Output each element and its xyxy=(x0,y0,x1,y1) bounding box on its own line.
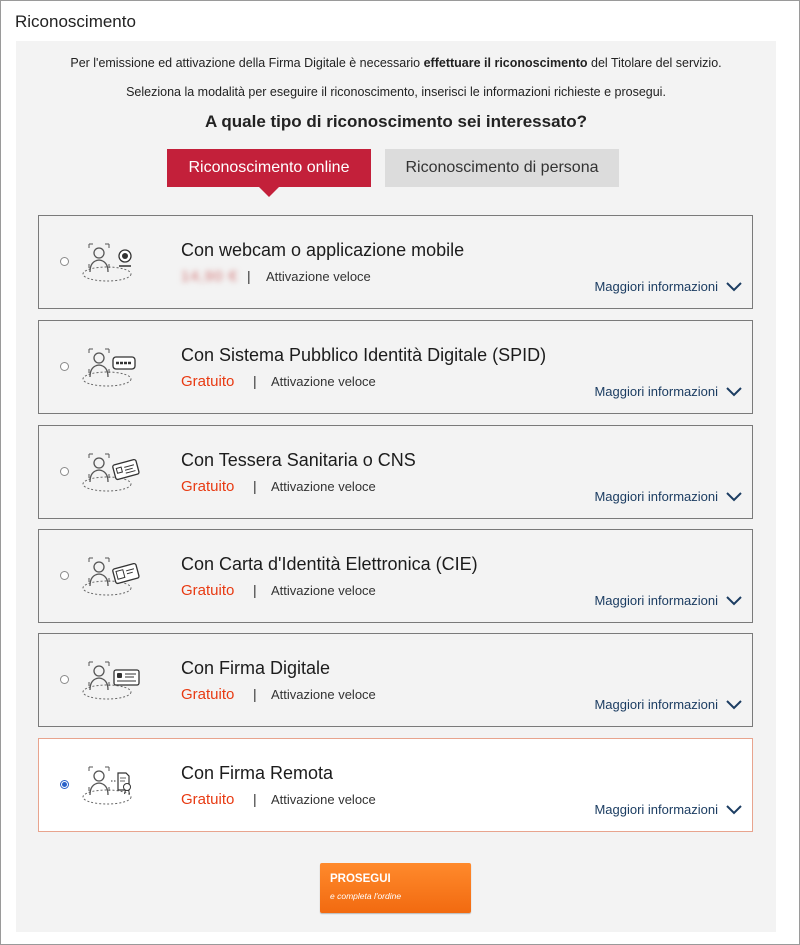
option-remote-signature[interactable]: Con Firma Remota Gratuito | Attivazione … xyxy=(38,738,753,832)
more-info-label: Maggiori informazioni xyxy=(594,593,718,608)
recognition-panel: Per l'emissione ed attivazione della Fir… xyxy=(16,41,776,932)
smart-card-icon xyxy=(82,661,140,700)
chevron-down-icon xyxy=(726,804,742,814)
page-title: Riconoscimento xyxy=(15,12,136,31)
option-separator: | xyxy=(253,791,257,807)
option-title: Con webcam o applicazione mobile xyxy=(181,240,465,260)
option-activation: Attivazione veloce xyxy=(271,374,376,389)
option-webcam[interactable]: Con webcam o applicazione mobile 14,90 €… xyxy=(38,215,753,309)
question-heading: A quale tipo di riconoscimento sei inter… xyxy=(205,112,587,131)
intro-instructions: Seleziona la modalità per eseguire il ri… xyxy=(126,85,666,99)
chevron-down-icon xyxy=(726,699,742,709)
option-separator: | xyxy=(253,478,257,494)
option-cie[interactable]: Con Carta d'Identità Elettronica (CIE) G… xyxy=(38,529,753,623)
prosegui-button-sublabel: e completa l'ordine xyxy=(330,891,402,901)
more-info-label: Maggiori informazioni xyxy=(594,384,718,399)
option-title: Con Firma Digitale xyxy=(181,658,331,678)
radio-cie[interactable] xyxy=(60,571,69,580)
intro-text: Per l'emissione ed attivazione della Fir… xyxy=(70,56,722,70)
spid-icon xyxy=(82,348,136,387)
option-health-card[interactable]: Con Tessera Sanitaria o CNS Gratuito | A… xyxy=(38,425,753,519)
chevron-down-icon xyxy=(726,491,742,501)
option-price: Gratuito xyxy=(181,791,235,808)
radio-spid[interactable] xyxy=(60,362,69,371)
chevron-down-icon xyxy=(726,386,742,396)
option-activation: Attivazione veloce xyxy=(271,479,376,494)
radio-remote-signature[interactable] xyxy=(60,780,69,789)
option-title: Con Sistema Pubblico Identità Digitale (… xyxy=(181,345,547,365)
tab-online-recognition[interactable]: Riconoscimento online xyxy=(167,149,371,197)
more-info-link[interactable]: Maggiori informazioni xyxy=(594,593,742,608)
option-title: Con Tessera Sanitaria o CNS xyxy=(181,450,416,470)
more-info-link[interactable]: Maggiori informazioni xyxy=(594,384,742,399)
more-info-label: Maggiori informazioni xyxy=(594,279,718,294)
option-separator: | xyxy=(253,582,257,598)
chevron-down-icon xyxy=(726,595,742,605)
option-activation: Attivazione veloce xyxy=(271,687,376,702)
radio-digital-signature[interactable] xyxy=(60,675,69,684)
more-info-link[interactable]: Maggiori informazioni xyxy=(594,279,742,294)
option-price: Gratuito xyxy=(181,686,235,703)
prosegui-button-label: PROSEGUI xyxy=(330,873,391,885)
option-price: Gratuito xyxy=(181,373,235,390)
option-price: 14,90 € xyxy=(181,268,239,285)
option-spid[interactable]: Con Sistema Pubblico Identità Digitale (… xyxy=(38,320,753,414)
prosegui-button[interactable]: PROSEGUI e completa l'ordine xyxy=(320,863,471,913)
more-info-label: Maggiori informazioni xyxy=(594,697,718,712)
more-info-link[interactable]: Maggiori informazioni xyxy=(594,697,742,712)
more-info-link[interactable]: Maggiori informazioni xyxy=(594,489,742,504)
option-separator: | xyxy=(253,686,257,702)
option-digital-signature[interactable]: Con Firma Digitale Gratuito | Attivazion… xyxy=(38,633,753,727)
option-separator: | xyxy=(247,268,251,284)
more-info-label: Maggiori informazioni xyxy=(594,802,718,817)
radio-health-card[interactable] xyxy=(60,467,69,476)
more-info-label: Maggiori informazioni xyxy=(594,489,718,504)
health-card-icon xyxy=(82,453,140,492)
option-title: Con Carta d'Identità Elettronica (CIE) xyxy=(181,554,478,574)
option-title: Con Firma Remota xyxy=(181,763,334,783)
remote-signature-icon xyxy=(82,766,132,805)
more-info-link[interactable]: Maggiori informazioni xyxy=(594,802,742,817)
chevron-down-icon xyxy=(726,281,742,291)
id-card-icon xyxy=(82,557,140,596)
option-activation: Attivazione veloce xyxy=(271,583,376,598)
radio-webcam[interactable] xyxy=(60,257,69,266)
option-activation: Attivazione veloce xyxy=(271,792,376,807)
webcam-icon xyxy=(82,243,132,282)
option-activation: Attivazione veloce xyxy=(266,269,371,284)
option-price: Gratuito xyxy=(181,582,235,599)
tab-in-person-recognition[interactable]: Riconoscimento di persona xyxy=(385,149,619,187)
option-price: Gratuito xyxy=(181,478,235,495)
option-separator: | xyxy=(253,373,257,389)
